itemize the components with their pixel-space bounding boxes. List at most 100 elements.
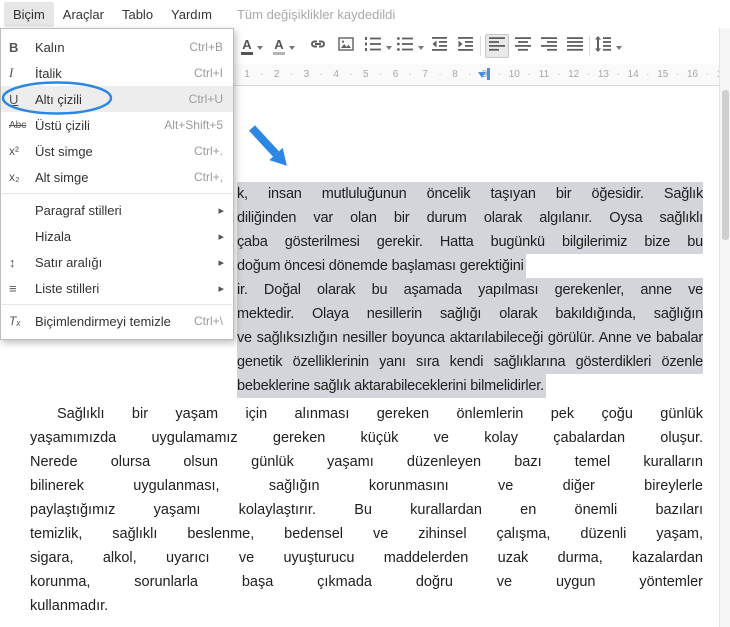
save-status: Tüm değişiklikler kaydedildi xyxy=(237,7,395,22)
insert-image-button[interactable] xyxy=(334,34,358,58)
ruler-tick-dot: · xyxy=(646,64,650,85)
ruler-tick-dot: · xyxy=(497,64,501,85)
text-line: Nerede olursa olsun günlük yaşamı düzenl… xyxy=(30,450,703,474)
strikethrough-icon: Abc xyxy=(1,120,35,131)
submenu-arrow-icon: ▸ xyxy=(218,282,233,295)
italic-icon: I xyxy=(1,65,35,81)
ruler-tick-dot: · xyxy=(319,64,323,85)
menu-item-italik[interactable]: I İtalik Ctrl+I xyxy=(1,60,233,86)
menu-item-bicimlendirmeyi-temizle[interactable]: Tₓ Biçimlendirmeyi temizle Ctrl+\ xyxy=(1,308,233,334)
outdent-icon xyxy=(431,35,449,58)
ruler-tick-dot: · xyxy=(587,64,591,85)
text-line: diliğinden var olan bir durum olarak alg… xyxy=(237,206,703,230)
justify-button[interactable] xyxy=(563,34,587,58)
clear-formatting-icon: Tₓ xyxy=(1,314,35,328)
menu-shortcut: Ctrl+B xyxy=(189,40,233,54)
ruler-number: 10 xyxy=(506,64,522,85)
scrollbar-thumb[interactable] xyxy=(722,90,729,240)
text-line: bebeklerine sağlık aktarabileceklerini b… xyxy=(237,374,546,398)
text-line: sigara, alkol, uyarıcı ve uyuşturucu mad… xyxy=(30,546,703,570)
menu-label: Biçimlendirmeyi temizle xyxy=(35,314,194,329)
ruler-tick-dot: · xyxy=(408,64,412,85)
menu-item-paragraf-stilleri[interactable]: Paragraf stilleri ▸ xyxy=(1,197,233,223)
selected-paragraph: k, insan mutluluğunun öncelik taşıyan bi… xyxy=(237,182,703,398)
image-icon xyxy=(337,35,355,58)
bold-icon: B xyxy=(1,40,35,55)
menu-item-hizala[interactable]: Hizala ▸ xyxy=(1,223,233,249)
menu-bar: Biçim Araçlar Tablo Yardım Tüm değişikli… xyxy=(0,0,730,28)
indent-marker-bar[interactable] xyxy=(487,68,490,80)
menu-separator xyxy=(2,304,232,305)
text-color-button[interactable]: A xyxy=(240,34,264,58)
align-left-button[interactable] xyxy=(485,34,509,58)
menu-item-kalin[interactable]: B Kalın Ctrl+B xyxy=(1,34,233,60)
bulleted-list-icon xyxy=(396,35,414,58)
align-center-icon xyxy=(514,35,532,58)
numbered-list-button[interactable] xyxy=(364,34,392,58)
highlight-color-icon: A xyxy=(273,38,284,55)
text-line: k, insan mutluluğunun öncelik taşıyan bi… xyxy=(237,182,703,206)
menu-shortcut: Ctrl+U xyxy=(189,92,233,106)
paragraph: Sağlıklı bir yaşam için alınması gereken… xyxy=(30,402,703,618)
menu-item-satir-araligi[interactable]: ↕ Satır aralığı ▸ xyxy=(1,249,233,275)
menu-bicim[interactable]: Biçim xyxy=(4,2,54,27)
menu-shortcut: Alt+Shift+5 xyxy=(164,118,233,132)
ruler-number: 13 xyxy=(595,64,611,85)
insert-link-button[interactable] xyxy=(306,34,330,58)
underline-icon: U xyxy=(1,92,35,107)
align-right-button[interactable] xyxy=(537,34,561,58)
ruler-tick-dot: · xyxy=(468,64,472,85)
text-line: genetik özelliklerinin yanı sıra kendi s… xyxy=(237,350,703,374)
menu-tablo[interactable]: Tablo xyxy=(113,2,162,27)
outdent-button[interactable] xyxy=(428,34,452,58)
submenu-arrow-icon: ▸ xyxy=(218,256,233,269)
ruler-number: 7 xyxy=(417,64,433,85)
menu-separator xyxy=(2,193,232,194)
format-menu: B Kalın Ctrl+B I İtalik Ctrl+I U Altı çi… xyxy=(0,28,234,340)
line-spacing-icon xyxy=(594,35,612,58)
menu-label: Satır aralığı xyxy=(35,255,218,270)
indent-icon xyxy=(457,35,475,58)
submenu-arrow-icon: ▸ xyxy=(218,230,233,243)
text-line: ve sağlıksızlığın nesiller boyunca aktar… xyxy=(237,326,703,350)
highlight-color-button[interactable]: A xyxy=(272,34,296,58)
indent-marker-triangle[interactable] xyxy=(478,72,486,78)
menu-label: İtalik xyxy=(35,66,194,81)
ruler-tick-dot: · xyxy=(705,64,709,85)
ruler-number: 5 xyxy=(358,64,374,85)
ruler-tick-dot: · xyxy=(557,64,561,85)
menu-item-liste-stilleri[interactable]: ≡ Liste stilleri ▸ xyxy=(1,275,233,301)
ruler-tick-dot: · xyxy=(527,64,531,85)
chevron-down-icon xyxy=(386,46,392,53)
indent-button[interactable] xyxy=(454,34,478,58)
text-line: yaşamımızda uygulamamız gereken küçük ve… xyxy=(30,426,703,450)
menu-yardim[interactable]: Yardım xyxy=(162,2,221,27)
line-spacing-button[interactable] xyxy=(594,34,622,58)
text-line: doğum öncesi dönemde başlaması gerektiği… xyxy=(237,254,526,278)
align-center-button[interactable] xyxy=(511,34,535,58)
list-styles-icon: ≡ xyxy=(1,281,35,296)
menu-item-alti-cizili[interactable]: U Altı çizili Ctrl+U xyxy=(1,86,233,112)
menu-item-alt-simge[interactable]: x₂ Alt simge Ctrl+, xyxy=(1,164,233,190)
ruler-number: 4 xyxy=(328,64,344,85)
menu-item-ust-simge[interactable]: x² Üst simge Ctrl+. xyxy=(1,138,233,164)
justify-icon xyxy=(566,35,584,58)
menu-label: Liste stilleri xyxy=(35,281,218,296)
align-left-icon xyxy=(488,35,506,58)
text-line: mektedir. Olaya nesillerin sağlığı olara… xyxy=(237,302,703,326)
text-line: bilinerek uygulanması, sağlığın korunmas… xyxy=(30,474,703,498)
text-color-icon: A xyxy=(241,38,252,55)
menu-araclar[interactable]: Araçlar xyxy=(54,2,113,27)
ruler-number: 3 xyxy=(298,64,314,85)
text-line: paylaştığımız yaşamı kolaylaştırır. Bu k… xyxy=(30,498,703,522)
ruler-number: 15 xyxy=(655,64,671,85)
ruler-number: 14 xyxy=(625,64,641,85)
ruler-number: 2 xyxy=(269,64,285,85)
ruler-tick-dot: · xyxy=(260,64,264,85)
bulleted-list-button[interactable] xyxy=(396,34,424,58)
ruler-number: 11 xyxy=(536,64,552,85)
vertical-scrollbar[interactable] xyxy=(719,28,730,627)
subscript-icon: x₂ xyxy=(1,170,35,184)
menu-item-ustu-cizili[interactable]: Abc Üstü çizili Alt+Shift+5 xyxy=(1,112,233,138)
toolbar-separator xyxy=(480,36,481,56)
